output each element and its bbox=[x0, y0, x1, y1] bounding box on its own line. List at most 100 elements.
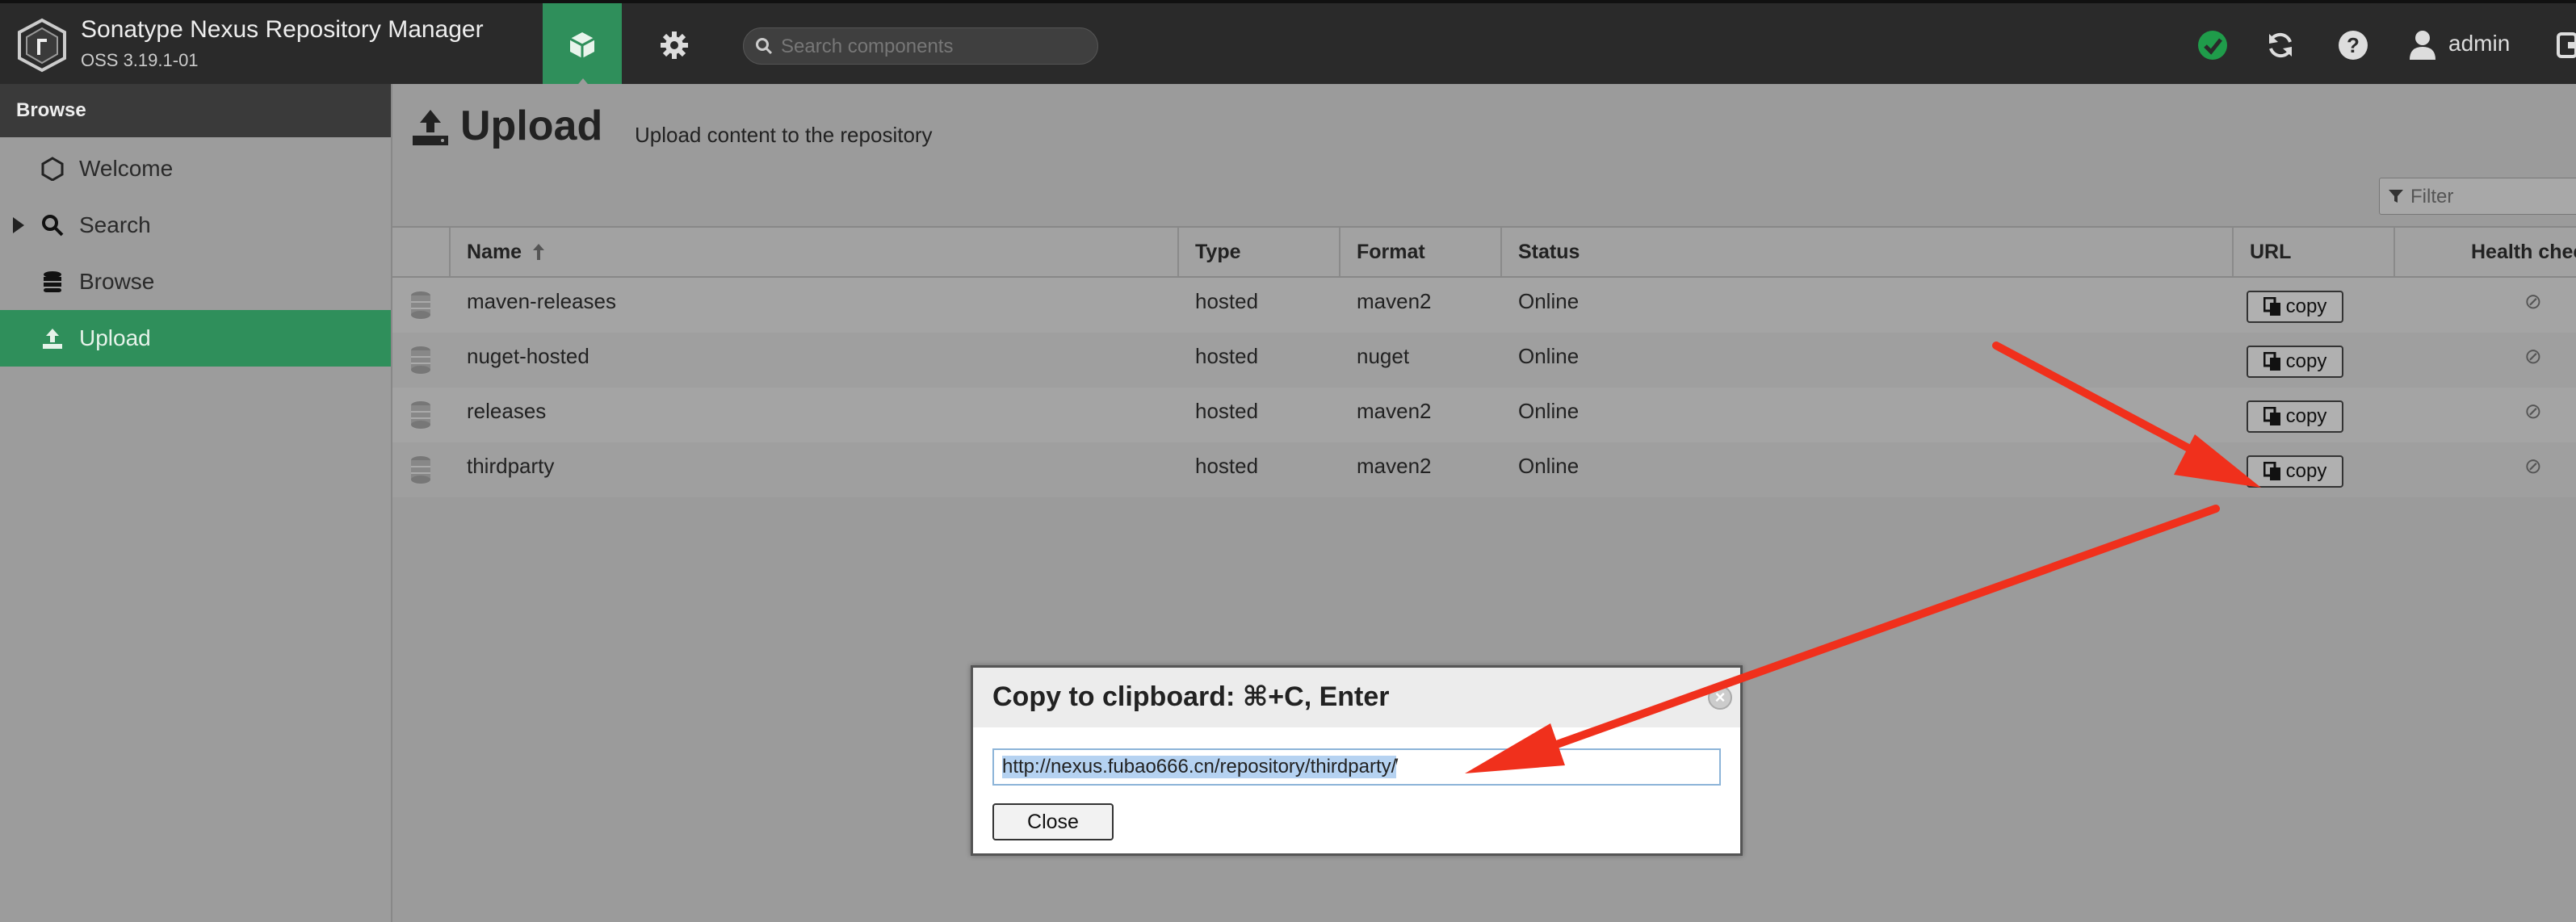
repository-grid: Name Type Format Status URL Health check… bbox=[392, 226, 2576, 497]
cell-type: hosted bbox=[1195, 289, 1259, 313]
sort-ascending-icon bbox=[533, 244, 545, 260]
copy-label: copy bbox=[2285, 350, 2327, 372]
gear-icon bbox=[661, 31, 688, 59]
sidebar-title: Browse bbox=[0, 84, 391, 137]
table-row[interactable]: nuget-hosted hosted nuget Online copy ⊘ bbox=[392, 333, 2576, 388]
top-header: Sonatype Nexus Repository Manager OSS 3.… bbox=[0, 0, 2576, 88]
filter-icon bbox=[2389, 190, 2403, 203]
close-button[interactable]: Close bbox=[992, 803, 1114, 840]
sidebar-item-search[interactable]: Search bbox=[0, 197, 391, 254]
column-header-name[interactable]: Name bbox=[449, 228, 1177, 276]
search-input[interactable] bbox=[779, 33, 1089, 61]
copy-url-button[interactable]: copy bbox=[2247, 400, 2343, 433]
copy-icon bbox=[2263, 297, 2280, 316]
dialog-title: Copy to clipboard: ⌘+C, Enter bbox=[992, 681, 1390, 712]
search-icon bbox=[756, 38, 773, 55]
help-button[interactable]: ? bbox=[2334, 26, 2373, 65]
health-check-disabled-icon[interactable]: ⊘ bbox=[2524, 454, 2542, 479]
nexus-logo-icon[interactable] bbox=[15, 18, 69, 73]
cell-type: hosted bbox=[1195, 344, 1259, 368]
column-header-url[interactable]: URL bbox=[2232, 228, 2393, 276]
cell-format: maven2 bbox=[1357, 399, 1432, 423]
sidebar-item-browse[interactable]: Browse bbox=[0, 254, 391, 310]
check-circle-icon bbox=[2198, 31, 2227, 60]
cell-status: Online bbox=[1518, 344, 1580, 368]
close-icon[interactable]: × bbox=[1708, 685, 1732, 710]
cell-type: hosted bbox=[1195, 454, 1259, 478]
health-check-disabled-icon[interactable]: ⊘ bbox=[2524, 344, 2542, 369]
repository-icon bbox=[411, 291, 430, 319]
hexagon-icon bbox=[41, 157, 64, 181]
upload-icon bbox=[43, 329, 62, 349]
user-name[interactable]: admin bbox=[2448, 31, 2510, 57]
page-subtitle: Upload content to the repository bbox=[635, 123, 933, 147]
cell-format: nuget bbox=[1357, 344, 1410, 368]
browse-mode-button[interactable] bbox=[543, 3, 622, 88]
cell-status: Online bbox=[1518, 399, 1580, 423]
copy-url-button[interactable]: copy bbox=[2247, 346, 2343, 378]
expand-caret-icon[interactable] bbox=[13, 217, 24, 233]
table-row[interactable]: thirdparty hosted maven2 Online copy ⊘ bbox=[392, 442, 2576, 497]
cell-status: Online bbox=[1518, 289, 1580, 313]
sidebar-item-label: Browse bbox=[79, 269, 155, 294]
copy-to-clipboard-dialog: Copy to clipboard: ⌘+C, Enter × http://n… bbox=[971, 665, 1743, 856]
user-menu-button[interactable] bbox=[2403, 26, 2442, 65]
copy-label: copy bbox=[2285, 460, 2327, 482]
cube-icon bbox=[569, 32, 595, 58]
copy-url-button[interactable]: copy bbox=[2247, 455, 2343, 488]
refresh-icon bbox=[2269, 32, 2292, 58]
health-check-disabled-icon[interactable]: ⊘ bbox=[2524, 399, 2542, 424]
cell-name: thirdparty bbox=[467, 454, 555, 478]
sidebar-item-upload[interactable]: Upload bbox=[0, 310, 391, 367]
column-header-health-check[interactable]: Health check bbox=[2393, 228, 2576, 276]
search-icon bbox=[42, 215, 64, 237]
cell-type: hosted bbox=[1195, 399, 1259, 423]
search-box[interactable] bbox=[743, 27, 1098, 65]
copy-icon bbox=[2263, 462, 2280, 480]
page-title: Upload bbox=[460, 103, 603, 149]
column-header-status[interactable]: Status bbox=[1500, 228, 2232, 276]
sidebar-item-welcome[interactable]: Welcome bbox=[0, 140, 391, 197]
refresh-button[interactable] bbox=[2261, 26, 2300, 65]
column-header-label: Name bbox=[467, 241, 522, 263]
upload-icon bbox=[413, 110, 448, 145]
table-row[interactable]: releases hosted maven2 Online copy ⊘ bbox=[392, 388, 2576, 442]
system-status-icon[interactable] bbox=[2193, 26, 2232, 65]
sign-out-icon bbox=[2557, 32, 2576, 58]
cell-format: maven2 bbox=[1357, 454, 1432, 478]
help-icon: ? bbox=[2339, 31, 2368, 60]
repository-icon bbox=[411, 346, 430, 374]
sidebar: Browse Welcome Search Browse Upload bbox=[0, 84, 392, 922]
repository-icon bbox=[411, 401, 430, 429]
copy-url-button[interactable]: copy bbox=[2247, 291, 2343, 323]
cell-status: Online bbox=[1518, 454, 1580, 478]
cell-name: releases bbox=[467, 399, 547, 423]
user-icon bbox=[2410, 31, 2435, 60]
copy-label: copy bbox=[2285, 295, 2327, 317]
table-row[interactable]: maven-releases hosted maven2 Online copy… bbox=[392, 278, 2576, 333]
sign-out-button[interactable] bbox=[2552, 26, 2576, 65]
cell-name: maven-releases bbox=[467, 289, 616, 313]
filter-input[interactable] bbox=[2409, 185, 2574, 209]
url-field[interactable] bbox=[992, 748, 1721, 786]
database-icon bbox=[44, 271, 61, 292]
sidebar-item-label: Upload bbox=[79, 325, 151, 350]
app-title: Sonatype Nexus Repository Manager bbox=[81, 16, 484, 43]
copy-label: copy bbox=[2285, 405, 2327, 427]
cell-name: nuget-hosted bbox=[467, 344, 589, 368]
cell-format: maven2 bbox=[1357, 289, 1432, 313]
app-version: OSS 3.19.1-01 bbox=[81, 50, 199, 70]
column-header-format[interactable]: Format bbox=[1339, 228, 1500, 276]
administration-button[interactable] bbox=[646, 21, 703, 69]
copy-icon bbox=[2263, 352, 2280, 371]
health-check-disabled-icon[interactable]: ⊘ bbox=[2524, 289, 2542, 314]
svg-text:?: ? bbox=[2347, 33, 2360, 57]
repository-icon bbox=[411, 456, 430, 484]
column-header-type[interactable]: Type bbox=[1177, 228, 1339, 276]
column-header-icon bbox=[392, 228, 449, 276]
filter-box[interactable] bbox=[2379, 178, 2576, 215]
sidebar-item-label: Search bbox=[79, 212, 151, 237]
sidebar-item-label: Welcome bbox=[79, 156, 174, 181]
copy-icon bbox=[2263, 407, 2280, 425]
grid-header: Name Type Format Status URL Health check bbox=[392, 226, 2576, 278]
